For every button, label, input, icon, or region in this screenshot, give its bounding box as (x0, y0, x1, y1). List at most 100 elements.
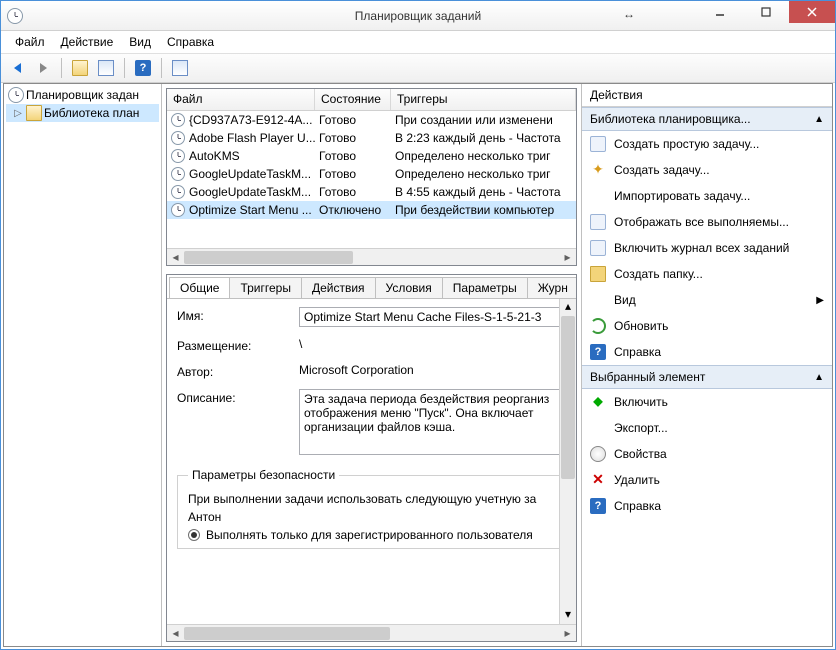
action-item[interactable]: Создать папку... (582, 261, 832, 287)
tab-triggers[interactable]: Триггеры (229, 277, 302, 298)
toolbar-separator (161, 58, 162, 78)
table-row[interactable]: GoogleUpdateTaskM...ГотовоВ 4:55 каждый … (167, 183, 576, 201)
tab-history[interactable]: Журн (527, 277, 576, 298)
collapse-icon[interactable]: ▲ (814, 372, 824, 383)
refresh-icon (590, 318, 606, 334)
action-label: Включить (614, 395, 668, 409)
action-item[interactable]: ?Справка (582, 493, 832, 519)
action-pane-icon (172, 60, 188, 76)
action-pane-button[interactable] (168, 56, 192, 80)
table-row[interactable]: Adobe Flash Player U...ГотовоВ 2:23 кажд… (167, 129, 576, 147)
label-name: Имя: (177, 307, 299, 323)
task-name: AutoKMS (189, 149, 240, 163)
hscrollbar[interactable]: ◂ ▸ (167, 248, 576, 265)
help-button[interactable]: ? (131, 56, 155, 80)
action-item[interactable]: ?Справка (582, 339, 832, 365)
scroll-thumb[interactable] (184, 251, 353, 264)
collapse-icon[interactable]: ▲ (814, 114, 824, 125)
table-row[interactable]: Optimize Start Menu ...ОтключеноПри безд… (167, 201, 576, 219)
blank-icon (590, 292, 606, 308)
action-item[interactable]: Включить журнал всех заданий (582, 235, 832, 261)
task-name: GoogleUpdateTaskM... (189, 167, 311, 181)
security-account: Антон (188, 510, 555, 524)
action-item[interactable]: Импортировать задачу... (582, 183, 832, 209)
details-hscrollbar[interactable]: ◂ ▸ (167, 624, 576, 641)
menu-help[interactable]: Справка (159, 33, 222, 51)
action-item[interactable]: Экспорт... (582, 415, 832, 441)
expand-icon[interactable]: ▷ (12, 108, 24, 119)
clock-icon (171, 149, 185, 163)
action-label: Импортировать задачу... (614, 189, 750, 203)
scroll-up-icon[interactable]: ▴ (560, 299, 576, 316)
scroll-right-icon[interactable]: ▸ (559, 249, 576, 266)
toolbar: ? (1, 53, 835, 83)
minimize-button[interactable] (697, 1, 743, 23)
table-row[interactable]: GoogleUpdateTaskM...ГотовоОпределено нес… (167, 165, 576, 183)
tree-root[interactable]: Планировщик задан (6, 86, 159, 104)
action-item[interactable]: ◆Включить (582, 389, 832, 415)
resize-icon[interactable]: ↔ (623, 7, 635, 21)
table-row[interactable]: {CD937A73-E912-4A...ГотовоПри создании и… (167, 111, 576, 129)
folder-up-icon (72, 60, 88, 76)
actions-group-selected-label: Выбранный элемент (590, 370, 705, 384)
action-label: Создать задачу... (614, 163, 710, 177)
radio-logged-user-label: Выполнять только для зарегистрированного… (206, 528, 533, 542)
header-file[interactable]: Файл (167, 89, 315, 110)
task-state: Готово (315, 149, 391, 163)
scroll-left-icon[interactable]: ◂ (167, 249, 184, 266)
menu-action[interactable]: Действие (53, 33, 122, 51)
tree-pane: Планировщик задан ▷ Библиотека план (4, 84, 162, 646)
action-label: Обновить (614, 319, 668, 333)
scroll-right-icon[interactable]: ▸ (559, 625, 576, 642)
radio-logged-user[interactable] (188, 529, 200, 541)
action-item[interactable]: Обновить (582, 313, 832, 339)
panes-button[interactable] (94, 56, 118, 80)
action-label: Удалить (614, 473, 660, 487)
scroll-left-icon[interactable]: ◂ (167, 625, 184, 642)
action-label: Создать простую задачу... (614, 137, 759, 151)
vscrollbar[interactable]: ▴ ▾ (559, 299, 576, 624)
task-trigger: В 4:55 каждый день - Частота (391, 185, 576, 199)
task-state: Готово (315, 131, 391, 145)
clock-icon (171, 131, 185, 145)
header-state[interactable]: Состояние (315, 89, 391, 110)
maximize-button[interactable] (743, 1, 789, 23)
tab-actions[interactable]: Действия (301, 277, 376, 298)
up-button[interactable] (68, 56, 92, 80)
close-button[interactable] (789, 1, 835, 23)
scroll-down-icon[interactable]: ▾ (560, 607, 576, 624)
header-triggers[interactable]: Триггеры (391, 89, 576, 110)
action-item[interactable]: Отображать все выполняемы... (582, 209, 832, 235)
menu-view[interactable]: Вид (121, 33, 159, 51)
tab-settings[interactable]: Параметры (442, 277, 528, 298)
actions-group-selected[interactable]: Выбранный элемент ▲ (582, 365, 832, 389)
action-item[interactable]: Создать простую задачу... (582, 131, 832, 157)
actions-group-library[interactable]: Библиотека планировщика... ▲ (582, 107, 832, 131)
tree-library-label: Библиотека план (44, 106, 139, 120)
action-item[interactable]: Свойства (582, 441, 832, 467)
task-trigger: В 2:23 каждый день - Частота (391, 131, 576, 145)
menu-file[interactable]: Файл (7, 33, 53, 51)
description-field[interactable] (299, 389, 566, 455)
tree-library[interactable]: ▷ Библиотека план (6, 104, 159, 122)
back-button[interactable] (5, 56, 29, 80)
table-row[interactable]: AutoKMS ГотовоОпределено несколько триг (167, 147, 576, 165)
scroll-thumb[interactable] (184, 627, 390, 640)
action-icon (590, 240, 606, 256)
task-trigger: Определено несколько триг (391, 149, 576, 163)
task-state: Готово (315, 113, 391, 127)
clock-icon (171, 167, 185, 181)
center-pane: Файл Состояние Триггеры {CD937A73-E912-4… (162, 84, 582, 646)
task-name: GoogleUpdateTaskM... (189, 185, 311, 199)
tab-general[interactable]: Общие (169, 277, 230, 299)
help-icon: ? (135, 60, 151, 76)
vscroll-thumb[interactable] (561, 316, 575, 479)
action-item[interactable]: ✦Создать задачу... (582, 157, 832, 183)
name-field[interactable] (299, 307, 566, 327)
action-item[interactable]: Вид▶ (582, 287, 832, 313)
action-item[interactable]: ✕Удалить (582, 467, 832, 493)
submenu-arrow-icon: ▶ (816, 295, 824, 306)
tab-conditions[interactable]: Условия (375, 277, 443, 298)
forward-button[interactable] (31, 56, 55, 80)
toolbar-separator (61, 58, 62, 78)
